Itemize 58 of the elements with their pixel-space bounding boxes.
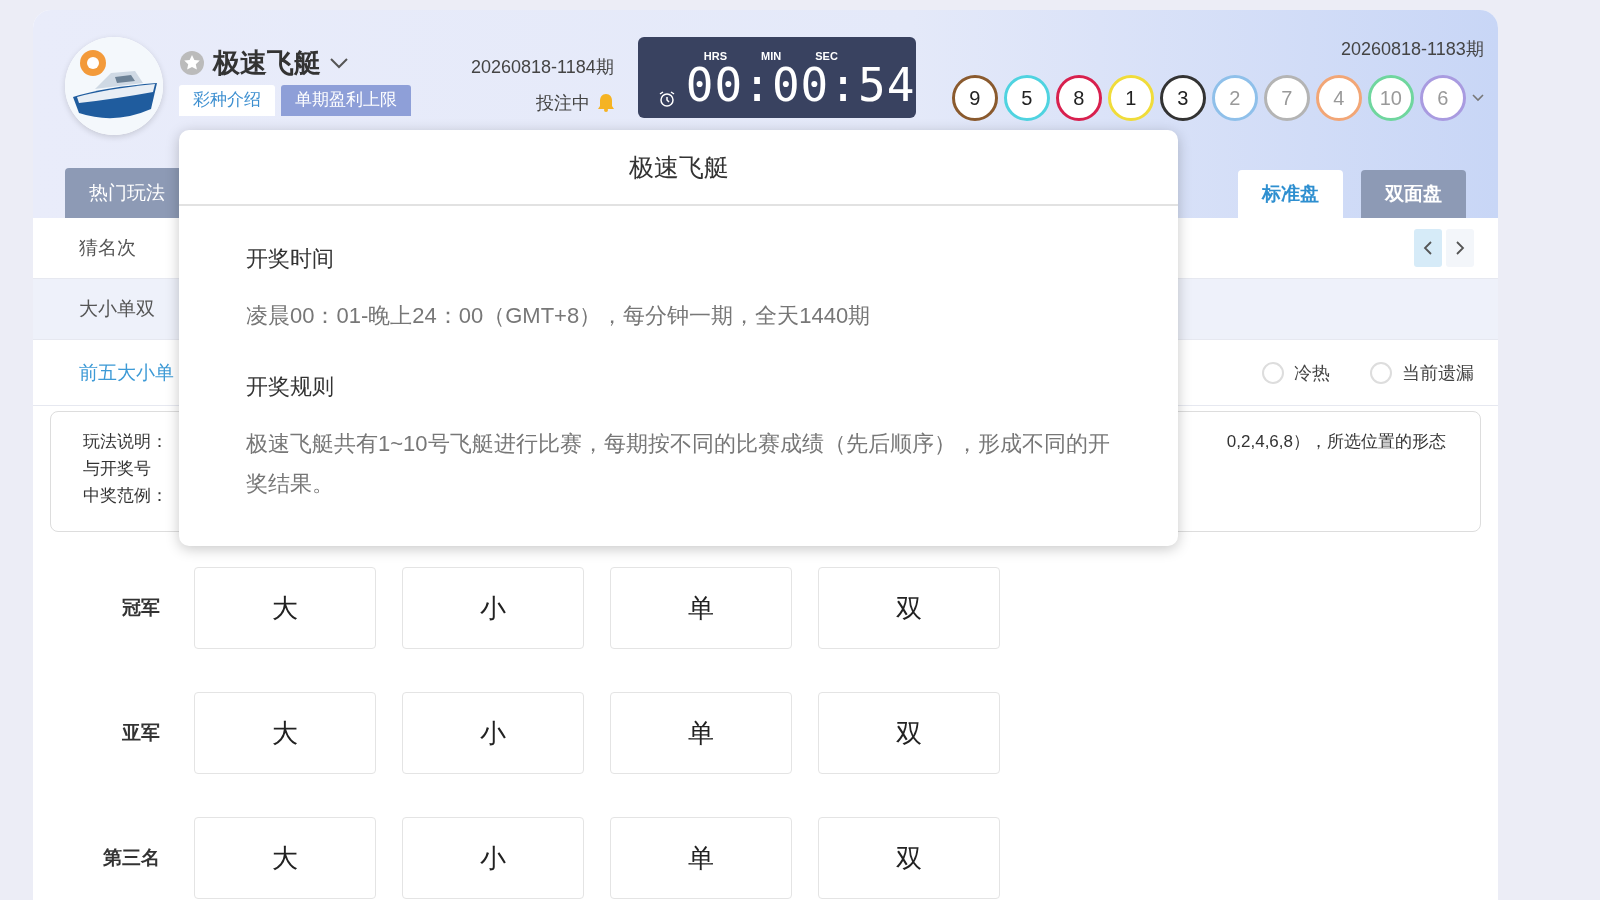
betting-status: 投注中 — [535, 92, 590, 115]
result-ball: 5 — [1003, 75, 1050, 121]
bet-option-button[interactable]: 单 — [610, 567, 792, 649]
bet-option-button[interactable]: 单 — [610, 692, 792, 774]
bet-option-button[interactable]: 单 — [610, 817, 792, 899]
menu-row-label[interactable]: 大小单双 — [79, 296, 155, 322]
timer-unit-label: MIN — [761, 50, 782, 62]
lottery-title: 极速飞艇 — [213, 47, 321, 80]
current-issue: 20260818-1184期 — [471, 56, 614, 79]
bet-option-button[interactable]: 大 — [194, 692, 376, 774]
description-text: 中奖范例： — [83, 485, 168, 507]
bet-option-button[interactable]: 双 — [818, 692, 1000, 774]
last-issue: 20260818-1183期 — [1341, 38, 1484, 61]
next-button[interactable] — [1446, 229, 1474, 267]
radio-label: 当前遗漏 — [1402, 361, 1474, 385]
result-ball: 9 — [951, 75, 998, 121]
bet-option-button[interactable]: 小 — [402, 692, 584, 774]
alarm-clock-icon — [657, 90, 676, 108]
result-ball: 7 — [1263, 75, 1310, 121]
bet-option-button[interactable]: 双 — [818, 817, 1000, 899]
section-heading: 开奖规则 — [246, 373, 335, 401]
bet-option-button[interactable]: 大 — [194, 817, 376, 899]
position-label: 亚军 — [121, 721, 160, 745]
timer-unit-label: HRS — [703, 50, 728, 62]
position-label: 第三名 — [102, 846, 160, 870]
previous-button[interactable] — [1414, 229, 1442, 267]
chevron-down-icon[interactable] — [329, 57, 349, 69]
description-text: 0,2,4,6,8），所选位置的形态 — [1226, 431, 1446, 453]
result-ball: 6 — [1419, 75, 1466, 121]
description-text: 与开奖号 — [83, 458, 151, 480]
radio-button[interactable] — [1370, 361, 1392, 384]
radio-label: 冷热 — [1294, 361, 1330, 385]
result-ball: 4 — [1315, 75, 1362, 121]
result-ball: 10 — [1367, 75, 1414, 121]
board-tab[interactable]: 标准盘 — [1238, 170, 1343, 218]
section-text: 极速飞艇共有1~10号飞艇进行比赛，每期按不同的比赛成绩（先后顺序），形成不同的开奖结果。 — [246, 430, 1111, 498]
menu-row-label[interactable]: 猜名次 — [79, 235, 136, 261]
timer-digits: 00:00:54 — [685, 62, 916, 108]
bet-option-button[interactable]: 小 — [402, 817, 584, 899]
chevron-right-icon — [1455, 241, 1465, 255]
timer-unit-label: SEC — [815, 50, 838, 62]
radio-button[interactable] — [1262, 361, 1284, 384]
result-ball: 8 — [1055, 75, 1102, 121]
result-ball: 1 — [1107, 75, 1154, 121]
description-text: 玩法说明： — [83, 431, 168, 453]
bell-icon — [597, 94, 614, 112]
bet-option-button[interactable]: 小 — [402, 567, 584, 649]
info-tab[interactable]: 彩种介绍 — [179, 85, 275, 116]
section-heading: 开奖时间 — [246, 245, 335, 273]
section-text: 凌晨00：01-晚上24：00（GMT+8），每分钟一期，全天1440期 — [246, 302, 872, 330]
result-ball: 3 — [1159, 75, 1206, 121]
position-label: 冠军 — [121, 596, 160, 620]
result-ball: 2 — [1211, 75, 1258, 121]
chevron-down-icon[interactable] — [1471, 94, 1484, 102]
bet-option-button[interactable]: 大 — [194, 567, 376, 649]
chevron-left-icon — [1423, 241, 1433, 255]
bet-option-button[interactable]: 双 — [818, 567, 1000, 649]
popup-title: 极速飞艇 — [628, 151, 729, 183]
